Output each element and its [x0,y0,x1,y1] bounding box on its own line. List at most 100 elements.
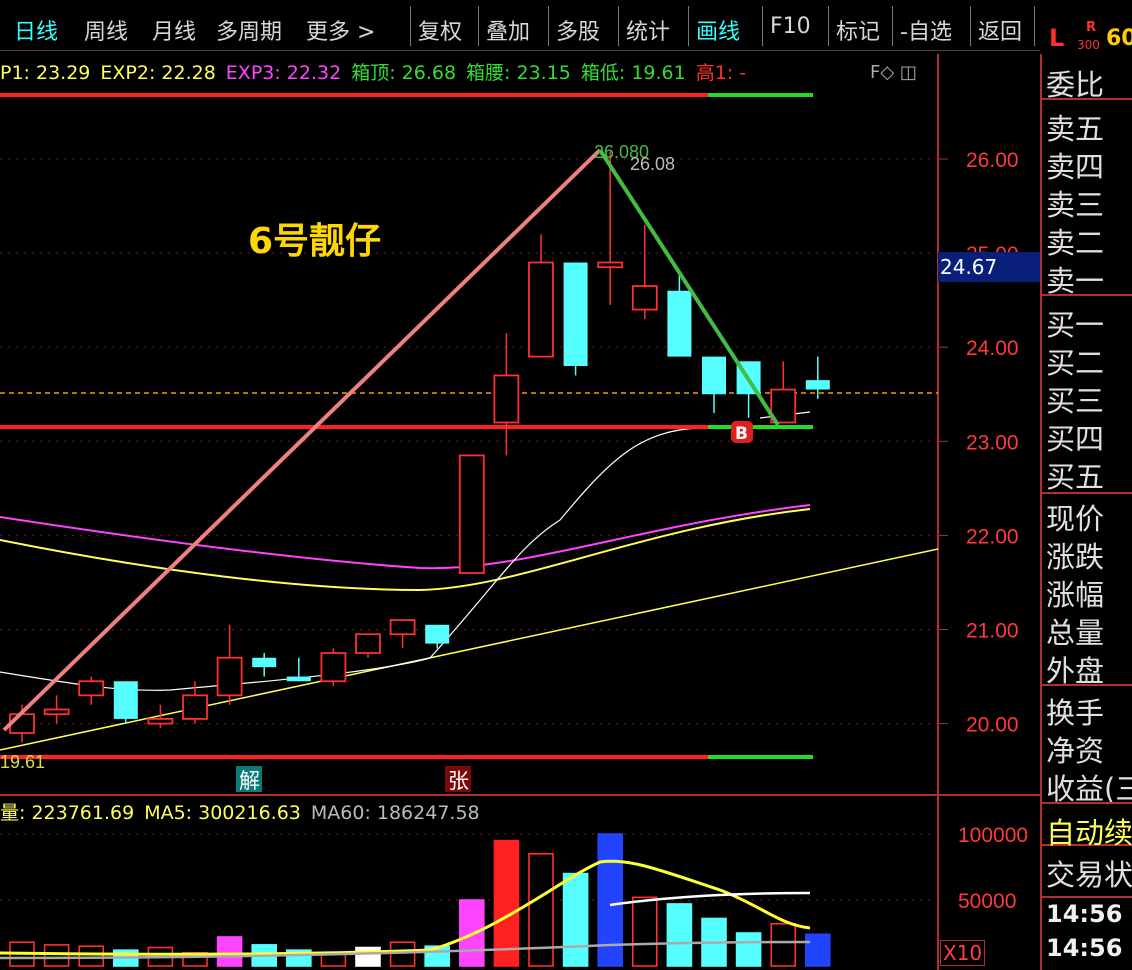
candle-body [631,285,658,311]
candle-body [78,680,105,697]
quote-label-14: 总量 [1046,616,1105,650]
time-2[interactable]: 14:56 [1046,934,1122,962]
toolbar-item-3[interactable]: 多周期 [216,14,282,46]
candle-body [389,619,416,636]
toolbar-item-8[interactable]: 统计 [626,14,670,46]
badge-l: L [1049,24,1065,52]
candle-body [528,261,554,358]
toolbar-separator [892,6,893,46]
toolbar-item-9[interactable]: 画线 [696,14,740,46]
badge-60: 60 [1106,26,1132,51]
toolbar-item-1[interactable]: 周线 [84,14,128,46]
quote-label-3: 卖三 [1046,188,1105,222]
quote-label-11: 现价 [1046,502,1105,536]
quote-label-16: 换手 [1046,696,1105,730]
ma-line-exp2 [0,508,811,592]
toolbar-separator [828,6,829,46]
candle-body [355,633,381,654]
toolbar-separator [1034,6,1035,46]
toolbar-item-5[interactable]: 复权 [418,14,462,46]
quote-label-17: 净资 [1046,734,1105,768]
toolbar-separator [548,6,549,46]
vol-legend-item-0: 量: 223761.69 [0,802,135,824]
volume-bar [631,896,658,967]
legend-item-5: 箱低: 19.61 [580,62,686,84]
y-tick-label: 24.00 [966,337,1019,360]
toolbar-item-13[interactable]: 返回 [978,14,1022,46]
y-tick-label: 20.00 [966,714,1019,737]
volume-bar [493,839,520,967]
current-price-tag: 24.67 [938,252,1040,282]
candle-body [182,694,208,720]
quote-label-4: 卖二 [1046,226,1105,260]
candle-body [425,624,450,644]
drawn-line-down [598,148,780,427]
legend-item-1: EXP2: 22.28 [100,62,216,84]
volume-bar [770,922,797,967]
quote-separator [1042,294,1132,296]
volume-multiplier: X10 [940,940,986,966]
marker-zhang: 张 [448,769,469,793]
y-tick-label: 22.00 [966,525,1019,548]
volume-bar [389,941,416,967]
legend-item-0: P1: 23.29 [0,62,91,84]
window-control-icons[interactable]: F◇ ◫ [870,62,917,83]
quote-label-10: 买五 [1046,460,1105,494]
toolbar-item-6[interactable]: 叠加 [486,14,530,46]
peak-label-b: 26.08 [630,154,675,174]
y-tick-label: 23.00 [966,431,1019,454]
candle-body [667,290,692,357]
quote-separator [1042,802,1132,804]
toolbar-separator [688,6,689,46]
y-tick-label: 21.00 [966,620,1019,643]
auto-button[interactable]: 自动续 [1046,810,1132,852]
volume-bar [735,932,762,967]
toolbar-item-2[interactable]: 月线 [152,14,196,46]
volume-legend: 量: 223761.69 MA5: 300216.63 MA60: 186247.5… [0,798,490,825]
toolbar-item-7[interactable]: 多股 [556,14,600,46]
vol-tick-label: 100000 [958,824,1028,847]
ma-line-exp3 [0,504,811,570]
y-tick-label: 26.00 [966,149,1019,172]
quote-separator [1042,492,1132,494]
toolbar-item-12[interactable]: -自选 [900,14,952,46]
vol-tick-label: 50000 [958,890,1016,913]
legend-item-4: 箱腰: 23.15 [466,62,571,84]
toolbar-separator [618,6,619,46]
badge-r: R [1086,20,1097,35]
low-label: 19.61 [0,752,45,772]
candle-body [147,717,174,725]
toolbar-item-11[interactable]: 标记 [836,14,880,46]
toolbar-separator [762,6,763,46]
candle-body [493,374,520,424]
candle-body [805,380,830,390]
quote-separator [1042,896,1132,898]
candle-body [113,681,138,719]
volume-bar [562,872,589,967]
toolbar-item-10[interactable]: F10 [770,14,811,39]
candle-body [216,656,243,697]
candle-body [597,261,624,269]
quote-label-6: 买一 [1046,308,1105,342]
trade-status[interactable]: 交易状 [1046,852,1132,894]
volume-bar [43,944,70,967]
volume-bar [78,945,104,967]
candle-body [320,652,347,683]
candle-body [702,356,726,395]
quote-separator [1042,684,1132,686]
toolbar-separator [478,6,479,46]
indicator-legend: P1: 23.29 EXP2: 22.28 EXP3: 22.32 箱顶: 26.68… [0,58,756,86]
toolbar-separator [970,6,971,46]
toolbar-separator [410,6,411,46]
legend-item-6: 高1: - [695,62,747,84]
candle-body [286,676,311,682]
legend-item-2: EXP3: 22.32 [225,62,342,84]
vol-legend-item-1: MA5: 300216.63 [144,802,301,824]
quote-label-12: 涨跌 [1046,540,1105,574]
time-1[interactable]: 14:56 [1046,900,1122,928]
toolbar-item-0[interactable]: 日线 [14,14,58,46]
quote-label-13: 涨幅 [1046,578,1105,612]
toolbar-item-4[interactable]: 更多 > [306,14,375,46]
candle-body [458,454,485,574]
quote-label-1: 卖五 [1046,112,1105,146]
